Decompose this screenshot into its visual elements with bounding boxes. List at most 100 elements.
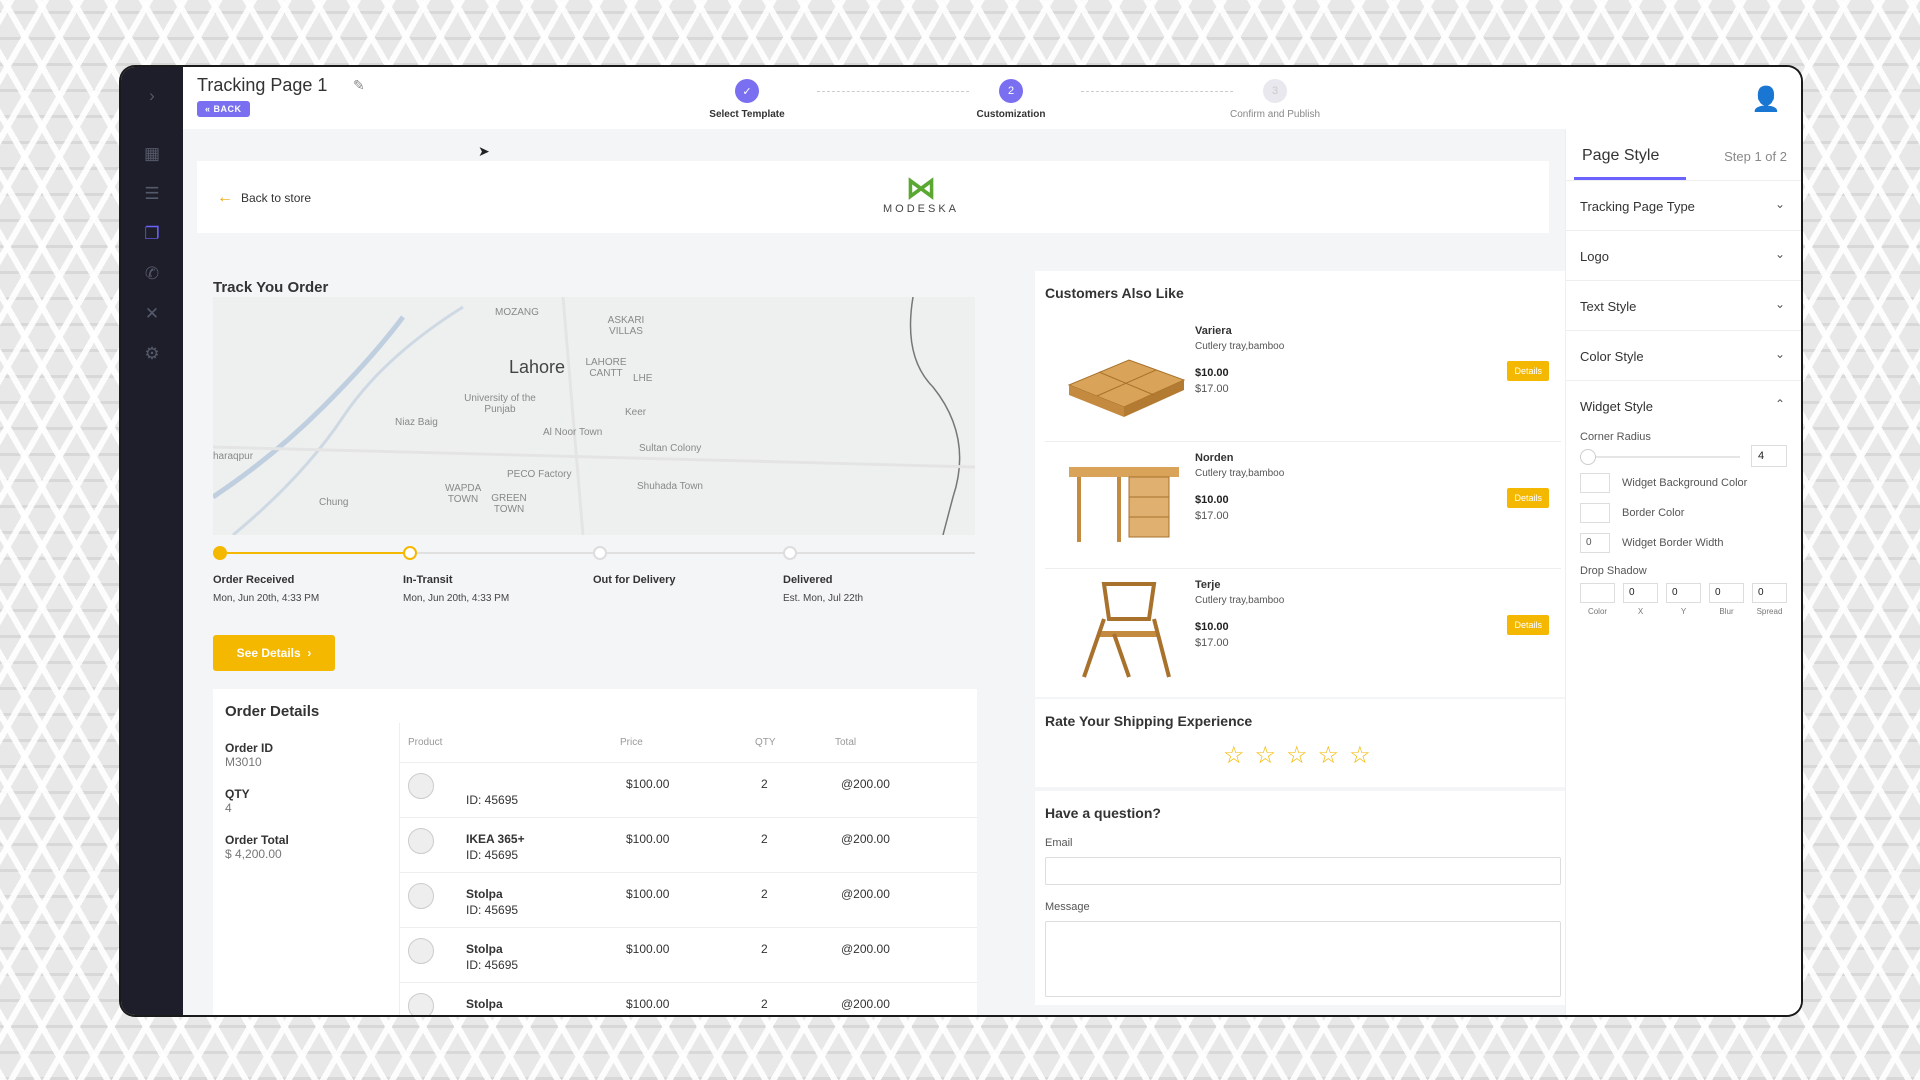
accordion-tracking-page-type[interactable]: Tracking Page Type ⌄ [1566,181,1801,231]
star-icon[interactable]: ☆ [1286,741,1308,770]
accordion-label: Color Style [1580,349,1644,364]
product-id: ID: 45695 [466,848,519,862]
customers-also-like-card: Customers Also Like Variera Cutlery tray… [1035,271,1573,697]
rating-card: Rate Your Shipping Experience ☆ ☆ ☆ ☆ ☆ [1035,699,1573,787]
star-icon[interactable]: ☆ [1255,741,1277,770]
details-button[interactable]: Details [1507,488,1549,508]
status-label: Out for Delivery [593,574,676,586]
folding-chair-image [1082,582,1171,678]
delivery-map[interactable]: MOZANG Lahore LAHORE CANTT ASKARI VILLAS… [213,297,975,535]
accordion-widget-style[interactable]: Widget Style ⌃ [1566,381,1801,431]
product-old-price: $17.00 [1195,637,1229,649]
border-width-row: 0 Widget Border Width [1580,531,1787,561]
step-confirm-publish[interactable]: 3 Confirm and Publish [1195,79,1355,120]
product-price: $100.00 [626,777,670,791]
widget-bg-color-row: Widget Background Color [1580,471,1787,501]
border-color-swatch[interactable] [1580,503,1610,523]
back-button[interactable]: « BACK [197,101,250,117]
widget-bg-color-swatch[interactable] [1580,473,1610,493]
status-dot-out-for-delivery [593,546,607,560]
back-to-store-link[interactable]: ← Back to store [217,189,311,207]
gateleg-table-image [1069,467,1179,542]
shuffle-icon[interactable]: ✕ [139,301,165,327]
accordion-text-style[interactable]: Text Style ⌄ [1566,281,1801,331]
table-row: ID: 45695 $100.00 2 @200.00 [400,763,977,818]
step-number: 3 [1263,79,1287,103]
shadow-spread-input[interactable]: 0 [1752,583,1787,603]
product-name: Stolpa [466,942,503,956]
product-thumbnail [408,938,434,964]
see-details-label: See Details [236,646,301,660]
slider-knob[interactable] [1580,449,1596,465]
product-qty: 2 [761,887,768,901]
megaphone-icon[interactable]: ✆ [139,261,165,287]
accordion-logo[interactable]: Logo ⌄ [1566,231,1801,281]
right-column: Customers Also Like Variera Cutlery tray… [1035,271,1573,1005]
status-delivered: Delivered Est. Mon, Jul 22th [783,574,863,604]
corner-radius-input[interactable]: 4 [1751,445,1787,467]
map-label: Sultan Colony [639,443,702,454]
chevron-down-icon: ⌄ [1774,197,1785,211]
shadow-caption: Color [1587,607,1608,616]
status-date: Mon, Jun 20th, 4:33 PM [213,593,320,604]
product-desc: Cutlery tray,bamboo [1195,595,1285,606]
step-select-template[interactable]: ✓ Select Template [667,79,827,120]
see-details-button[interactable]: See Details › [213,635,335,671]
product-name: Stolpa [466,887,503,901]
shadow-caption: Spread [1756,607,1783,616]
email-field[interactable] [1045,857,1561,885]
tab-underline [1574,177,1686,180]
map-label: WAPDA TOWN [445,483,482,505]
product-total: @200.00 [841,887,890,901]
user-avatar-icon[interactable]: 👤 [1751,85,1781,113]
star-icon[interactable]: ☆ [1318,741,1340,770]
product-total: @200.00 [841,942,890,956]
status-date: Est. Mon, Jul 22th [783,593,864,604]
settings-gear-icon[interactable]: ⚙ [139,341,165,367]
product-id: ID: 45695 [466,903,519,917]
chevron-down-icon: ⌄ [1774,297,1785,311]
accordion-color-style[interactable]: Color Style ⌄ [1566,331,1801,381]
map-label: Shuhada Town [637,481,703,492]
panel-tabs: Page Style Step 1 of 2 [1566,129,1801,181]
map-label: LHE [633,373,653,384]
list-icon[interactable]: ☰ [139,181,165,207]
star-icon[interactable]: ☆ [1349,741,1371,770]
border-width-label: Widget Border Width [1622,537,1724,549]
pages-icon[interactable]: ❐ [139,221,165,247]
message-textarea[interactable] [1045,921,1561,997]
expand-chevron-icon[interactable]: › [139,83,165,109]
details-button[interactable]: Details [1507,361,1549,381]
corner-radius-slider[interactable]: 4 [1580,443,1787,471]
dashboard-icon[interactable]: ▦ [139,141,165,167]
map-label: LAHORE CANTT [585,357,627,379]
chevron-right-icon: › [307,646,312,660]
shadow-color-input[interactable] [1580,583,1615,603]
status-dot-transit [403,546,417,560]
star-icon[interactable]: ☆ [1223,741,1245,770]
map-label: Keer [625,407,647,418]
product-name: IKEA 365+ [466,832,525,846]
product-total: @200.00 [841,997,890,1011]
product-price: $100.00 [626,887,670,901]
shadow-caption: Blur [1719,607,1734,616]
order-items-table: Product Price QTY Total ID: 45695 $100.00… [399,723,977,1015]
details-button[interactable]: Details [1507,615,1549,635]
step-customization[interactable]: 2 Customization [931,79,1091,120]
status-order-received: Order Received Mon, Jun 20th, 4:33 PM [213,574,319,604]
border-color-row: Border Color [1580,501,1787,531]
arrow-left-icon: ← [217,189,233,206]
tab-page-style[interactable]: Page Style [1582,147,1659,165]
shadow-blur-input[interactable]: 0 [1709,583,1744,603]
shadow-y-input[interactable]: 0 [1666,583,1701,603]
edit-pencil-icon[interactable]: ✎ [353,77,365,94]
product-price: $100.00 [626,942,670,956]
shadow-x-input[interactable]: 0 [1623,583,1658,603]
step-label: Confirm and Publish [1229,109,1321,120]
step-label: Select Template [709,109,785,120]
status-label: In-Transit [403,574,453,586]
product-old-price: $17.00 [1195,510,1229,522]
border-width-input[interactable]: 0 [1580,533,1610,553]
order-total-value: $ 4,200.00 [225,847,282,861]
tracking-progress: Order Received Mon, Jun 20th, 4:33 PM In-… [213,544,975,614]
